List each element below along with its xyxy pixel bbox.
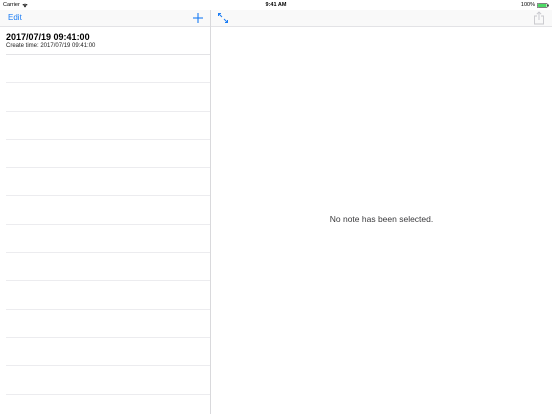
empty-row xyxy=(0,253,210,282)
status-battery: 100% xyxy=(521,0,549,10)
empty-row xyxy=(0,140,210,169)
empty-row xyxy=(0,338,210,367)
note-subtitle: Create time: 2017/07/19 09:41:00 xyxy=(6,43,96,49)
empty-row xyxy=(0,310,210,339)
expand-arrows-icon xyxy=(218,13,228,23)
detail-pane: No note has been selected. xyxy=(211,27,552,414)
battery-icon xyxy=(537,2,549,8)
note-title: 2017/07/19 09:41:00 xyxy=(6,32,90,42)
empty-row xyxy=(0,366,210,395)
empty-row xyxy=(0,83,210,112)
plus-icon xyxy=(193,13,203,23)
expand-button[interactable] xyxy=(217,12,229,24)
share-button[interactable] xyxy=(533,11,545,25)
empty-row xyxy=(0,196,210,226)
status-time: 9:41 AM xyxy=(265,2,287,8)
status-bar: Carrier 9:41 AM 100% xyxy=(0,0,552,10)
battery-percent: 100% xyxy=(520,2,535,8)
empty-row xyxy=(0,168,210,197)
detail-nav-bar xyxy=(211,10,552,27)
empty-row xyxy=(0,225,210,254)
empty-row xyxy=(0,55,210,84)
edit-button[interactable]: Edit xyxy=(8,13,22,23)
empty-row xyxy=(0,281,210,310)
empty-row xyxy=(0,112,210,141)
list-item[interactable]: 2017/07/19 09:41:00 Create time: 2017/07… xyxy=(0,27,210,55)
master-nav-bar: Edit xyxy=(0,10,210,27)
share-icon xyxy=(534,11,544,25)
notes-list: 2017/07/19 09:41:00 Create time: 2017/07… xyxy=(0,27,210,414)
add-note-button[interactable] xyxy=(192,11,204,25)
empty-state-message: No note has been selected. xyxy=(329,214,434,224)
